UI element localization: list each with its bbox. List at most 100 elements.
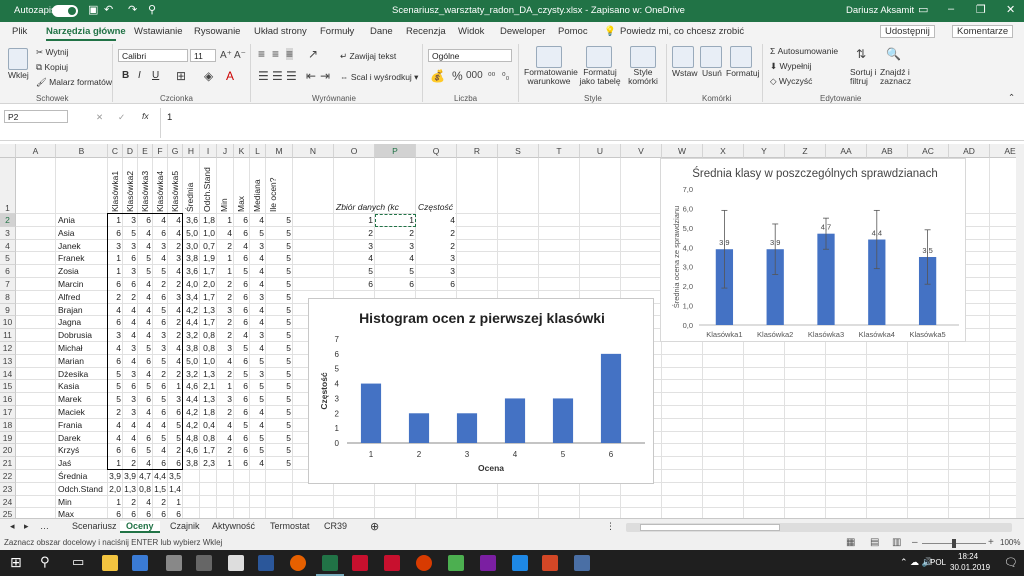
column-header[interactable]: L [250, 144, 266, 158]
grade-cell[interactable]: 5 [250, 355, 264, 368]
grade-cell[interactable]: 3 [250, 368, 264, 381]
powerpoint-icon[interactable] [542, 555, 558, 571]
row-header[interactable]: 18 [0, 418, 16, 432]
tab-view[interactable]: Widok [458, 26, 484, 37]
zoom-slider-thumb[interactable] [952, 539, 956, 548]
grade-cell[interactable]: 3,8 [183, 252, 198, 265]
quick-access-icon[interactable]: ⚲ [148, 3, 156, 16]
student-name[interactable]: Zosia [56, 265, 106, 278]
row-header[interactable]: 9 [0, 303, 16, 317]
grade-cell[interactable]: 3 [250, 240, 264, 253]
row-header[interactable]: 4 [0, 239, 16, 253]
format-cells-icon[interactable] [730, 46, 752, 68]
zoom-out-icon[interactable]: – [912, 537, 918, 548]
grade-cell[interactable]: 4 [234, 240, 248, 253]
font-name-select[interactable]: Calibri [118, 49, 188, 62]
row-header[interactable]: 5 [0, 252, 16, 266]
grade-cell[interactable]: 5 [250, 227, 264, 240]
summary-value[interactable]: 0,8 [138, 483, 151, 496]
student-name[interactable]: Brajan [56, 304, 106, 317]
grade-cell[interactable]: 4 [217, 432, 232, 445]
comma-style-icon[interactable]: 000 [466, 70, 483, 82]
horizontal-scrollbar[interactable] [626, 523, 1012, 532]
minimize-icon[interactable]: – [948, 3, 954, 15]
maximize-icon[interactable]: ❐ [976, 3, 986, 16]
grade-cell[interactable]: 6 [234, 355, 248, 368]
grade-cell[interactable]: 5 [266, 393, 291, 406]
tray-icons[interactable]: ⌃ ☁ 🔊 [900, 557, 933, 568]
grade-cell[interactable]: 6 [234, 304, 248, 317]
grade-cell[interactable]: 1,0 [200, 227, 215, 240]
summary-label[interactable]: Odch.Stand [56, 483, 106, 496]
decrease-decimal-icon[interactable]: ⁰₀ [502, 70, 509, 82]
conditional-format-icon[interactable] [536, 46, 562, 68]
sheet-more-icon[interactable]: … [40, 521, 49, 531]
grade-cell[interactable]: 5 [266, 444, 291, 457]
grade-cell[interactable]: 3 [250, 329, 264, 342]
name-box[interactable]: P2 [4, 110, 68, 123]
grade-cell[interactable]: 1,0 [200, 355, 215, 368]
grade-cell[interactable]: 2,0 [200, 278, 215, 291]
column-header[interactable]: I [200, 144, 217, 158]
scroll-thumb[interactable] [640, 524, 780, 531]
save-icon[interactable]: ▣ [88, 3, 98, 16]
grade-cell[interactable]: 4 [217, 419, 232, 432]
grade-cell[interactable]: 1,7 [200, 265, 215, 278]
delete-cells-button[interactable]: Usuń [702, 68, 722, 78]
grade-cell[interactable]: 0,4 [200, 419, 215, 432]
column-header[interactable]: AD [949, 144, 990, 158]
sort-filter-icon[interactable]: ⇅ [856, 48, 866, 60]
store-icon[interactable] [132, 555, 148, 571]
grade-cell[interactable]: 6 [234, 316, 248, 329]
grade-cell[interactable]: 4,6 [183, 380, 198, 393]
row-header[interactable]: 3 [0, 226, 16, 240]
grade-cell[interactable]: 5,0 [183, 227, 198, 240]
merge-center-button[interactable]: ⇔ Scal i wyśrodkuj ▾ [340, 72, 418, 83]
grade-cell[interactable]: 4 [250, 252, 264, 265]
column-header[interactable]: F [153, 144, 168, 158]
grade-cell[interactable]: 3,6 [183, 214, 198, 227]
grade-cell[interactable]: 4 [250, 304, 264, 317]
grade-cell[interactable]: 4,2 [183, 304, 198, 317]
column-title[interactable]: Klasówka5 [170, 160, 180, 212]
student-name[interactable]: Kasia [56, 380, 106, 393]
grade-cell[interactable]: 2 [217, 406, 232, 419]
grade-cell[interactable]: 1,8 [200, 406, 215, 419]
column-title[interactable]: Max [236, 160, 246, 212]
student-name[interactable]: Darek [56, 432, 106, 445]
firefox-icon[interactable] [290, 555, 306, 571]
app-icon[interactable] [448, 555, 464, 571]
column-header[interactable]: O [334, 144, 375, 158]
sheet-tab[interactable]: Czajnik [170, 521, 200, 531]
grade-cell[interactable]: 5 [266, 457, 291, 470]
row-header[interactable]: 24 [0, 495, 16, 509]
app-icon[interactable] [196, 555, 212, 571]
column-header[interactable]: G [168, 144, 183, 158]
column-title[interactable]: Mediana [252, 160, 262, 212]
comments-button[interactable]: Komentarze [952, 25, 1014, 38]
column-title[interactable]: Klasówka4 [155, 160, 165, 212]
task-view-icon[interactable]: ▭ [72, 554, 84, 570]
sheet-tab[interactable]: CR39 [324, 521, 347, 531]
grade-cell[interactable]: 3,4 [183, 291, 198, 304]
cut-button[interactable]: ✂ Wytnij [36, 47, 69, 58]
word-icon[interactable] [258, 555, 274, 571]
grade-cell[interactable]: 6 [234, 278, 248, 291]
normal-view-icon[interactable]: ▦ [846, 537, 855, 548]
grade-cell[interactable]: 3,0 [183, 240, 198, 253]
grade-cell[interactable]: 4,4 [183, 316, 198, 329]
calculator-icon[interactable] [166, 555, 182, 571]
align-left-icon[interactable]: ☰ [258, 70, 269, 82]
summary-value[interactable]: 1,4 [168, 483, 181, 496]
grade-cell[interactable]: 1 [217, 252, 232, 265]
column-title[interactable]: Klasówka3 [140, 160, 150, 212]
row-header[interactable]: 13 [0, 354, 16, 368]
row-header[interactable]: 15 [0, 380, 16, 394]
grade-cell[interactable]: 0,8 [200, 432, 215, 445]
grade-cell[interactable]: 3,6 [183, 265, 198, 278]
sort-filter-button[interactable]: Sortuj i filtruj [850, 68, 878, 86]
user-name[interactable]: Dariusz Aksamit [846, 5, 914, 16]
clear-button[interactable]: ◇ Wyczyść [770, 76, 812, 87]
summary-label[interactable]: Max [56, 508, 106, 518]
increase-indent-icon[interactable]: ⇥ [320, 70, 330, 82]
